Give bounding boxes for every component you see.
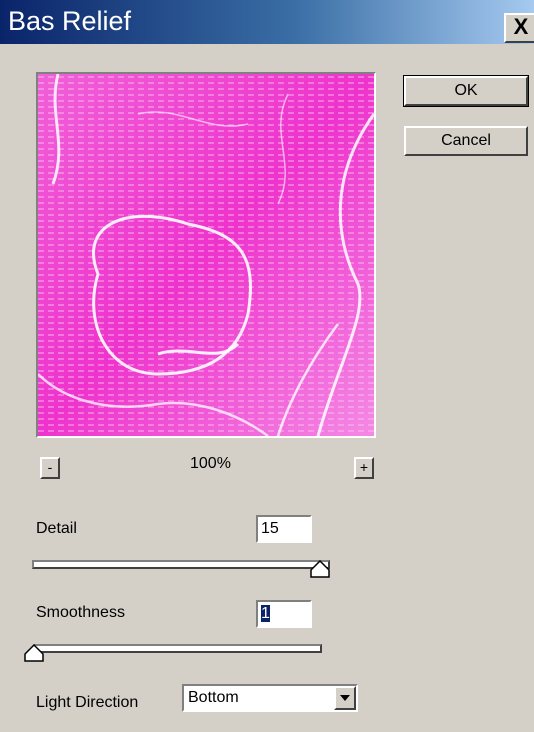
detail-field[interactable]: 15 [256, 515, 312, 543]
detail-slider-thumb[interactable] [310, 560, 330, 578]
ok-button-label: OK [454, 82, 478, 99]
dialog-title: Bas Relief [8, 6, 132, 36]
close-button[interactable]: X [504, 13, 534, 43]
cancel-button-label: Cancel [441, 132, 491, 149]
smoothness-value: 1 [261, 605, 270, 622]
detail-slider-track[interactable] [32, 560, 330, 569]
chevron-down-icon [340, 695, 350, 701]
detail-value: 15 [261, 520, 279, 537]
cancel-button[interactable]: Cancel [404, 126, 528, 156]
zoom-out-button[interactable]: - [40, 457, 60, 479]
smoothness-slider-thumb[interactable] [24, 644, 44, 662]
light-direction-select[interactable]: Bottom [182, 684, 358, 712]
smoothness-field[interactable]: 1 [256, 600, 312, 628]
dropdown-arrow-button[interactable] [334, 686, 356, 710]
ok-button[interactable]: OK [403, 75, 529, 107]
title-bar: Bas Relief X [0, 0, 534, 44]
minus-icon: - [47, 459, 53, 475]
detail-label: Detail [36, 520, 77, 537]
light-direction-label: Light Direction [36, 694, 139, 711]
smoothness-label: Smoothness [36, 604, 125, 621]
zoom-level: 100% [190, 455, 231, 472]
plus-icon: + [359, 459, 369, 475]
filter-preview[interactable] [36, 72, 376, 438]
preview-image [38, 74, 374, 436]
zoom-in-button[interactable]: + [354, 457, 374, 479]
light-direction-value: Bottom [188, 689, 239, 706]
smoothness-slider-track[interactable] [34, 644, 322, 653]
close-icon: X [513, 14, 529, 39]
